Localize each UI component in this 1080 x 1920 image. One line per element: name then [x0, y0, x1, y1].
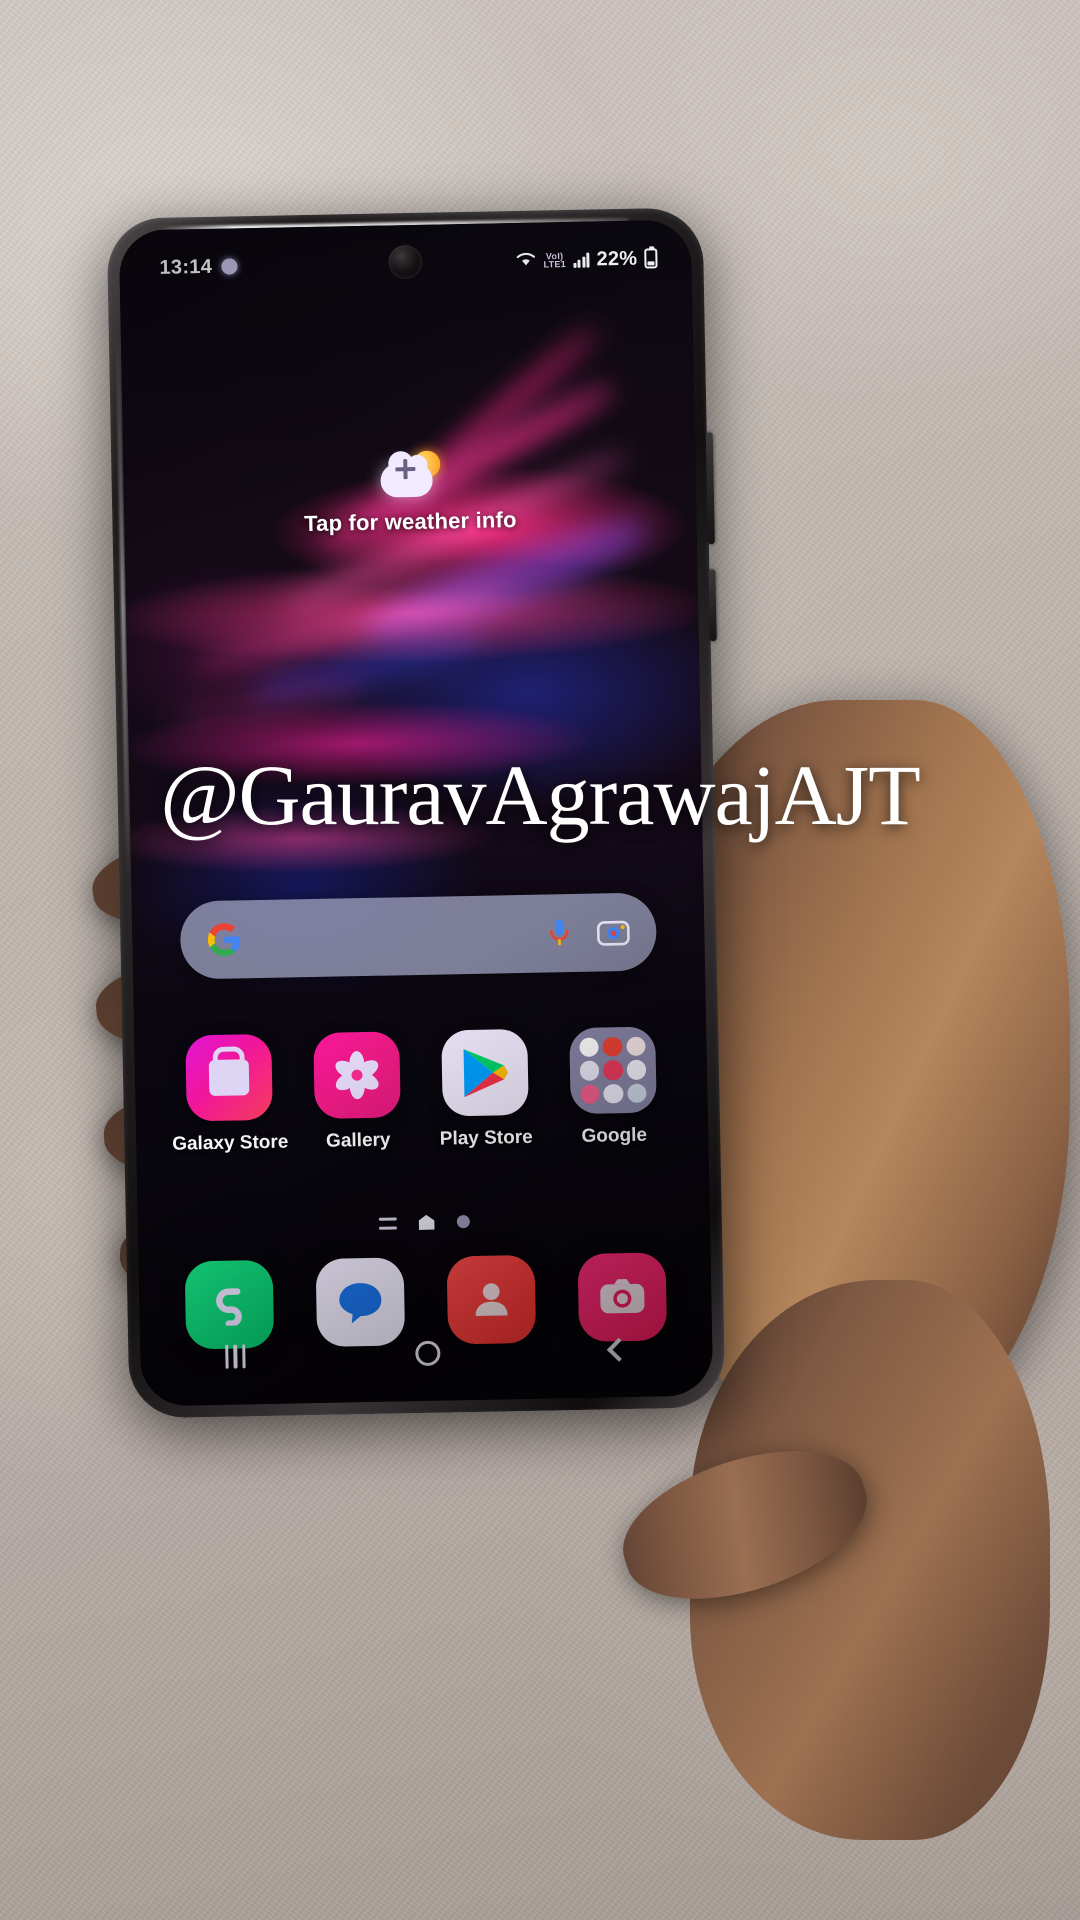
- weather-add-icon: [378, 450, 441, 498]
- status-time: 13:14: [159, 255, 213, 279]
- app-grid: Galaxy Store Gallery Play Store Google: [164, 1026, 678, 1156]
- flower-icon: [332, 1051, 382, 1100]
- microphone-icon[interactable]: [546, 916, 573, 950]
- google-g-icon: [206, 921, 243, 958]
- google-folder-icon[interactable]: [569, 1026, 657, 1115]
- wifi-icon: [515, 249, 536, 272]
- play-store-icon[interactable]: [441, 1028, 529, 1117]
- folder-mini-icon: [603, 1083, 624, 1104]
- folder-mini-icon: [603, 1060, 623, 1081]
- folder-mini-icon: [602, 1037, 623, 1057]
- app-label: Play Store: [439, 1126, 533, 1150]
- google-search-bar[interactable]: [179, 892, 658, 980]
- search-input[interactable]: [242, 934, 546, 940]
- folder-mini-icon: [580, 1084, 600, 1104]
- shopping-bag-icon: [208, 1059, 250, 1097]
- battery-percent-label: 22%: [596, 247, 638, 270]
- folder-mini-icon: [625, 1036, 646, 1057]
- back-icon[interactable]: [606, 1337, 631, 1362]
- app-galaxy-store[interactable]: Galaxy Store: [168, 1033, 290, 1155]
- battery-fill: [647, 261, 655, 266]
- app-label: Galaxy Store: [172, 1131, 289, 1155]
- app-gallery[interactable]: Gallery: [296, 1031, 418, 1153]
- home-icon[interactable]: [415, 1340, 441, 1366]
- app-play-store[interactable]: Play Store: [424, 1028, 546, 1151]
- app-folder-google[interactable]: Google: [552, 1026, 674, 1148]
- folder-mini-icon: [626, 1059, 647, 1080]
- battery-icon: [644, 248, 658, 269]
- folder-mini-icon: [579, 1037, 600, 1058]
- gallery-icon[interactable]: [313, 1031, 401, 1119]
- signal-bars-icon: [573, 252, 590, 268]
- page-dot-icon[interactable]: [456, 1215, 470, 1229]
- status-bar-right: VoI) LTE1 22%: [515, 247, 658, 273]
- plus-icon: [395, 459, 415, 479]
- watermark: @GauravAgrawajAJT: [160, 747, 920, 843]
- home-page-icon[interactable]: [418, 1215, 434, 1230]
- status-bar-left: 13:14: [159, 255, 238, 279]
- google-lens-icon[interactable]: [596, 915, 631, 950]
- app-label: Gallery: [325, 1129, 391, 1152]
- navigation-bar: [140, 1317, 713, 1388]
- folder-mini-icon: [579, 1060, 600, 1081]
- dnd-dot-icon: [220, 258, 238, 275]
- recents-icon[interactable]: [225, 1344, 247, 1369]
- folder-mini-icon: [626, 1083, 647, 1103]
- weather-widget-label: Tap for weather info: [303, 507, 517, 537]
- power-button[interactable]: [708, 569, 717, 642]
- app-list-icon[interactable]: [378, 1216, 397, 1230]
- galaxy-store-icon[interactable]: [185, 1033, 273, 1122]
- app-label: Google: [581, 1124, 648, 1147]
- volte-bottom-label: LTE1: [543, 259, 567, 270]
- weather-widget[interactable]: Tap for weather info: [123, 446, 697, 541]
- volte-indicator: VoI) LTE1: [543, 251, 567, 270]
